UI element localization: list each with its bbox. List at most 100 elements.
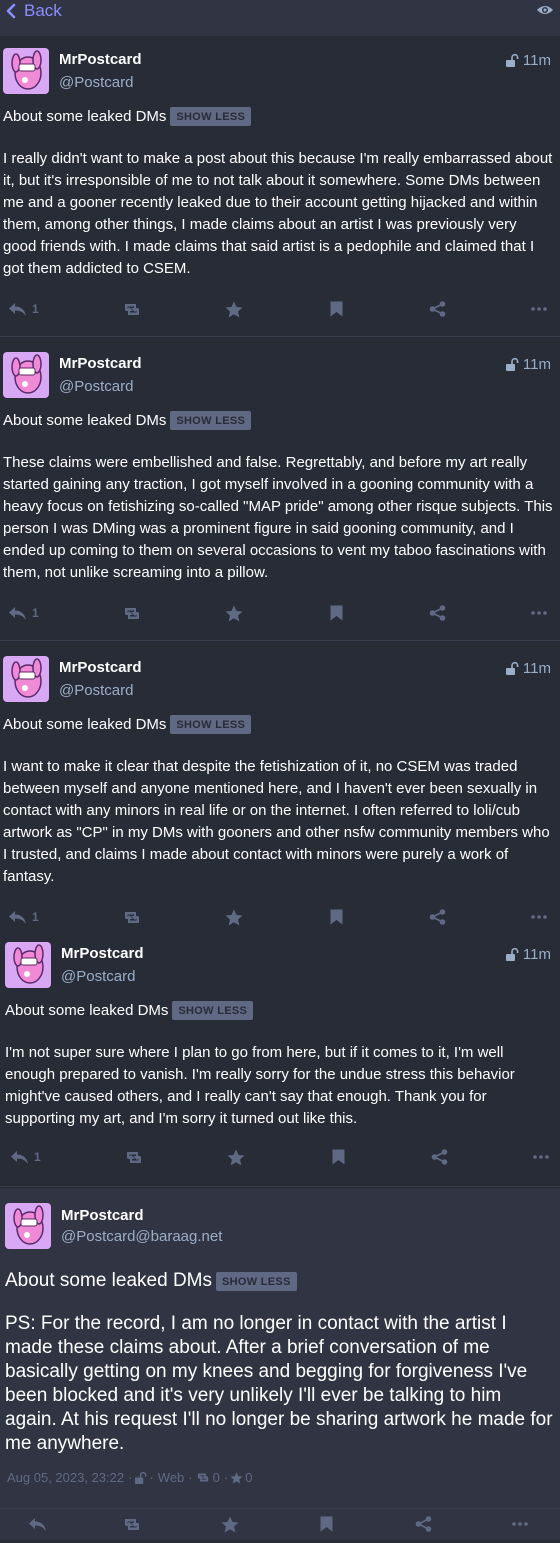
- status-action-bar: 1: [0, 1142, 560, 1172]
- spoiler-text: About some leaked DMs: [5, 1270, 212, 1291]
- more-button[interactable]: [531, 902, 547, 932]
- separator: ·: [149, 1470, 154, 1485]
- star-icon: [230, 1471, 243, 1484]
- bookmark-button[interactable]: [320, 1509, 333, 1539]
- favourite-button[interactable]: [225, 902, 243, 932]
- display-name[interactable]: MrPostcard: [61, 945, 144, 962]
- boost-icon: [125, 303, 139, 315]
- display-name[interactable]: MrPostcard: [59, 355, 142, 372]
- status-content: I'm not super sure where I plan to go fr…: [5, 1044, 515, 1127]
- status-content: These claims were embellished and false.…: [3, 454, 553, 581]
- bookmark-button[interactable]: [332, 1142, 345, 1172]
- boost-button[interactable]: [121, 598, 143, 628]
- share-button[interactable]: [429, 902, 446, 932]
- account-handle[interactable]: @Postcard: [59, 682, 133, 699]
- display-name[interactable]: MrPostcard: [59, 51, 142, 68]
- share-icon: [431, 1149, 448, 1165]
- relative-time[interactable]: 11m: [523, 660, 551, 677]
- content-warning: About some leaked DMs SHOW LESS: [3, 715, 252, 734]
- eye-icon: [537, 6, 553, 14]
- boost-count[interactable]: 0: [213, 1470, 220, 1485]
- content-warning: About some leaked DMs SHOW LESS: [5, 1270, 297, 1292]
- status-content: PS: For the record, I am no longer in co…: [5, 1313, 553, 1454]
- reply-icon: [29, 1517, 46, 1531]
- favourite-button[interactable]: [227, 1142, 245, 1172]
- reply-button[interactable]: [28, 1509, 47, 1539]
- avatar[interactable]: [5, 942, 51, 988]
- more-button[interactable]: [531, 294, 547, 324]
- status-post[interactable]: MrPostcard @Postcard 11m About some leak…: [0, 36, 560, 337]
- share-icon: [415, 1516, 432, 1532]
- share-button[interactable]: [429, 294, 446, 324]
- unlock-icon: [505, 948, 519, 961]
- reply-button[interactable]: 1: [8, 902, 39, 932]
- status-post[interactable]: MrPostcard @Postcard 11m About some leak…: [0, 340, 560, 641]
- relative-time[interactable]: 11m: [523, 52, 551, 69]
- chevron-left-icon: [6, 3, 16, 19]
- boost-icon: [125, 911, 139, 923]
- show-less-button[interactable]: SHOW LESS: [170, 411, 252, 430]
- column-header: Back: [0, 0, 560, 36]
- account-handle[interactable]: @Postcard@baraag.net: [61, 1228, 222, 1245]
- detailed-status: MrPostcard @Postcard@baraag.net About so…: [0, 1188, 560, 1540]
- avatar[interactable]: [3, 48, 49, 94]
- avatar[interactable]: [3, 352, 49, 398]
- status-meta: 11m: [505, 52, 551, 69]
- content-warning: About some leaked DMs SHOW LESS: [3, 107, 252, 126]
- relative-time[interactable]: 11m: [523, 356, 551, 373]
- content-warning: About some leaked DMs SHOW LESS: [5, 1001, 254, 1020]
- more-button[interactable]: [533, 1142, 549, 1172]
- relative-time[interactable]: 11m: [523, 946, 551, 963]
- bookmark-button[interactable]: [330, 902, 343, 932]
- boost-button[interactable]: [121, 1509, 143, 1539]
- boost-button[interactable]: [121, 294, 143, 324]
- show-less-button[interactable]: SHOW LESS: [170, 715, 252, 734]
- bookmark-icon: [330, 605, 343, 621]
- reply-button[interactable]: 1: [8, 294, 39, 324]
- boost-icon: [197, 1473, 208, 1482]
- avatar[interactable]: [5, 1203, 51, 1249]
- post-date[interactable]: Aug 05, 2023, 23:22: [7, 1470, 124, 1485]
- reply-button[interactable]: 1: [8, 598, 39, 628]
- show-less-button[interactable]: SHOW LESS: [216, 1271, 297, 1291]
- status-action-bar: 1: [0, 294, 560, 324]
- star-icon: [225, 909, 243, 925]
- status-action-bar: 1: [0, 902, 560, 932]
- show-less-button[interactable]: SHOW LESS: [170, 107, 252, 126]
- favourite-button[interactable]: [225, 598, 243, 628]
- share-icon: [429, 605, 446, 621]
- bookmark-icon: [320, 1516, 333, 1532]
- status-action-bar: 1: [0, 598, 560, 628]
- share-button[interactable]: [431, 1142, 448, 1172]
- visibility-toggle-button[interactable]: [536, 3, 554, 22]
- account-handle[interactable]: @Postcard: [59, 378, 133, 395]
- favourite-count[interactable]: 0: [245, 1470, 252, 1485]
- display-name[interactable]: MrPostcard: [61, 1207, 144, 1224]
- share-icon: [429, 909, 446, 925]
- status-post[interactable]: MrPostcard @Postcard 11m About some leak…: [0, 644, 560, 941]
- account-handle[interactable]: @Postcard: [61, 968, 135, 985]
- display-name[interactable]: MrPostcard: [59, 659, 142, 676]
- reply-button[interactable]: 1: [10, 1142, 41, 1172]
- share-button[interactable]: [429, 598, 446, 628]
- favourite-button[interactable]: [221, 1509, 239, 1539]
- share-button[interactable]: [415, 1509, 432, 1539]
- more-button[interactable]: [512, 1509, 528, 1539]
- bookmark-button[interactable]: [330, 598, 343, 628]
- back-button[interactable]: Back: [6, 1, 62, 21]
- status-post[interactable]: MrPostcard @Postcard 11m About some leak…: [0, 930, 560, 1187]
- avatar[interactable]: [3, 656, 49, 702]
- show-less-button[interactable]: SHOW LESS: [172, 1001, 254, 1020]
- boost-button[interactable]: [123, 1142, 145, 1172]
- more-button[interactable]: [531, 598, 547, 628]
- boost-button[interactable]: [121, 902, 143, 932]
- account-handle[interactable]: @Postcard: [59, 74, 133, 91]
- boost-icon: [125, 607, 139, 619]
- back-label: Back: [24, 1, 62, 20]
- bookmark-button[interactable]: [330, 294, 343, 324]
- favourite-button[interactable]: [225, 294, 243, 324]
- separator: ·: [188, 1470, 193, 1485]
- reply-count: 1: [32, 606, 39, 620]
- spoiler-text: About some leaked DMs: [3, 108, 167, 125]
- star-icon: [225, 301, 243, 317]
